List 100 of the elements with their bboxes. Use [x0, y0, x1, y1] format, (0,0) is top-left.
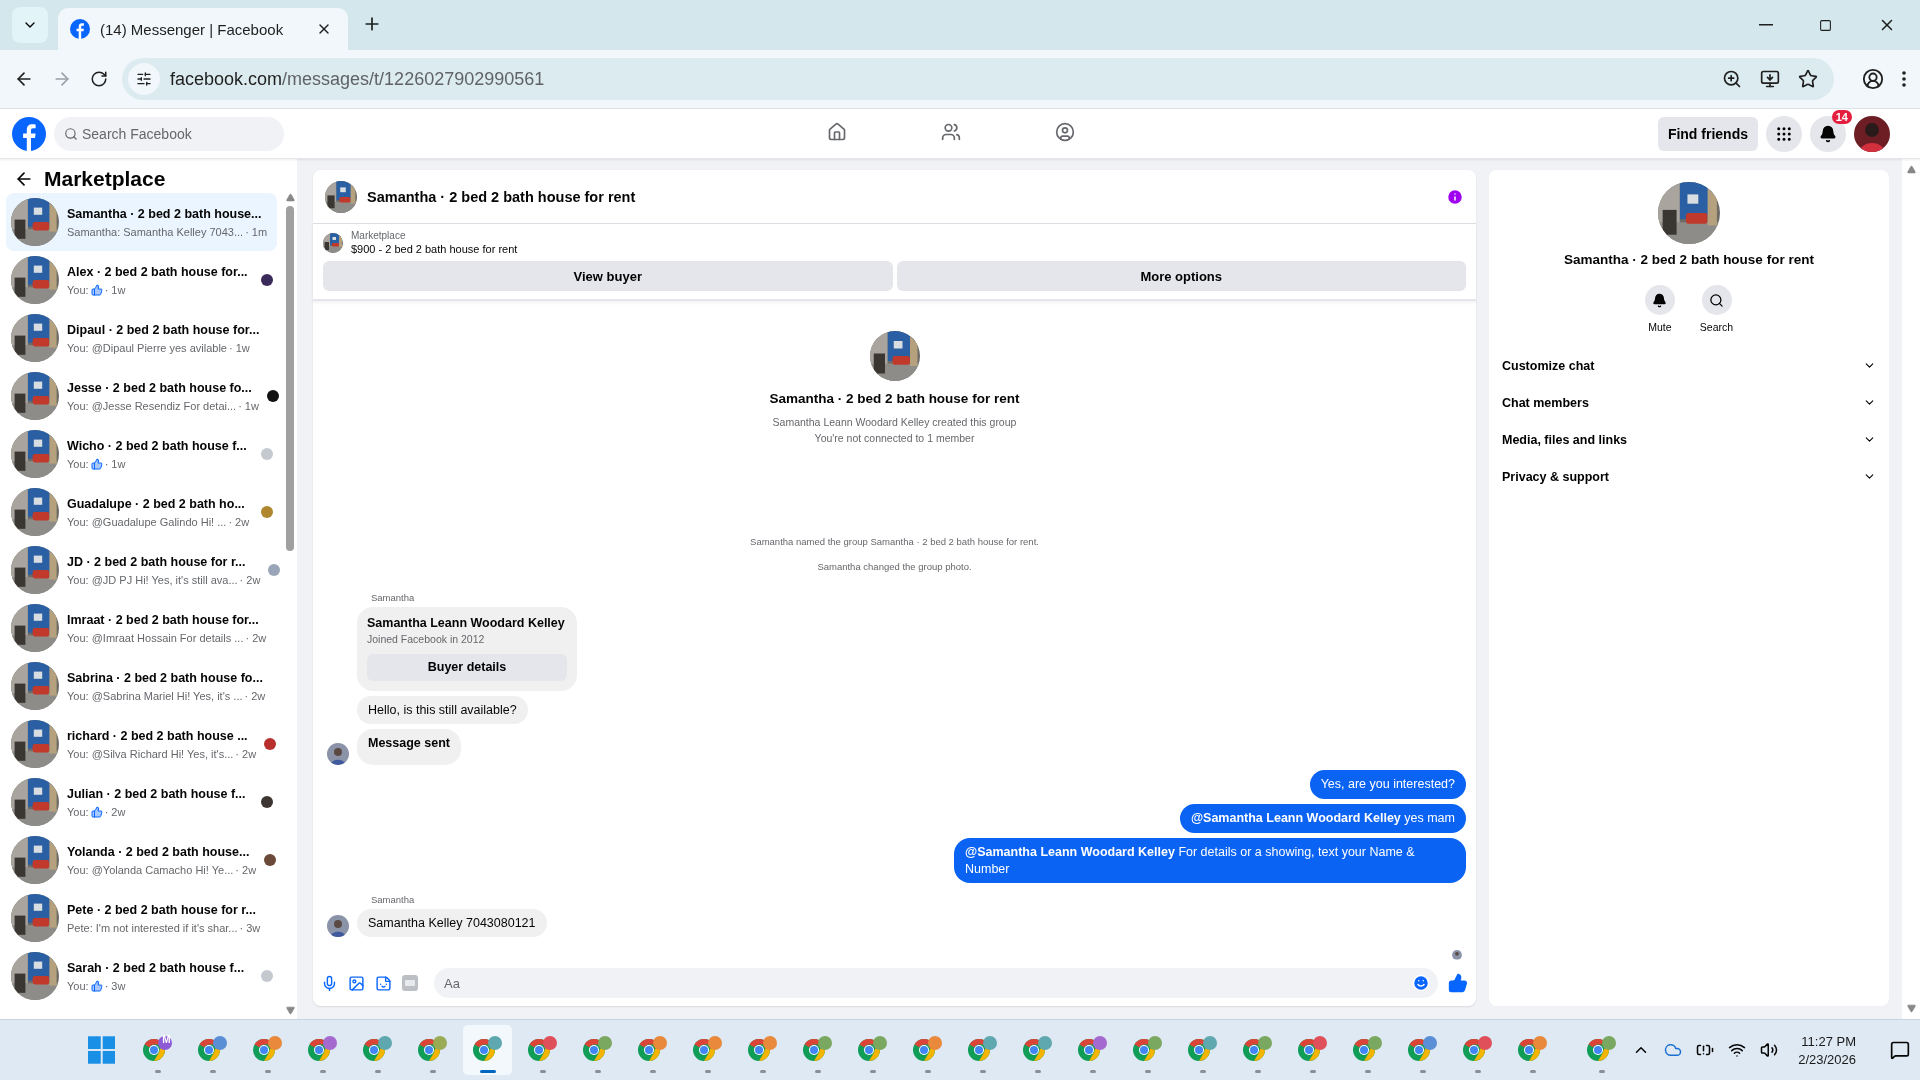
conversation-time: · 2w: [235, 862, 257, 877]
conversation-title: Julian · 2 bed 2 bath house f...: [67, 785, 247, 802]
message-input-field[interactable]: Aa: [434, 968, 1438, 998]
conversation-time: · 2w: [228, 514, 250, 529]
facebook-logo-icon[interactable]: [12, 116, 46, 151]
grid-icon: [1775, 124, 1793, 143]
conversation-item[interactable]: Dipaul · 2 bed 2 bath house for... You: @Dipaul Pierre yes avilable · 1w: [6, 309, 277, 367]
taskbar-app-button[interactable]: M: [133, 1025, 183, 1075]
notification-center-icon[interactable]: [1890, 1040, 1910, 1060]
conversation-item[interactable]: Alex · 2 bed 2 bath house for... You: · 1w: [6, 251, 277, 309]
listing-action-button[interactable]: More options: [896, 261, 1466, 291]
conversation-item[interactable]: JD · 2 bed 2 bath house for r... You: @JD PJ Hi! Yes, it's still ava... · 2w: [6, 541, 277, 599]
buyer-name: Samantha Leann Woodard Kelley: [367, 615, 566, 630]
conversation-time: · 1w: [238, 398, 259, 413]
conversation-preview: Samantha: Samantha Kelley 7043...: [67, 224, 244, 239]
conversation-title: Alex · 2 bed 2 bath house for...: [67, 263, 249, 280]
cloud-icon[interactable]: [1664, 1041, 1683, 1059]
monitor-download-icon: [1760, 69, 1780, 89]
conversation-item[interactable]: Julian · 2 bed 2 bath house f... You: · 2w: [6, 773, 277, 831]
conversation-time: · 1m: [245, 224, 268, 239]
search-icon: [1709, 292, 1724, 308]
search-field[interactable]: Search Facebook: [54, 116, 284, 151]
conversation-item[interactable]: Wicho · 2 bed 2 bath house f... You: · 1w: [6, 425, 277, 483]
conversation-title: Samantha · 2 bed 2 bath house...: [67, 205, 263, 222]
browser-tab[interactable]: (14) Messenger | Facebook: [58, 8, 348, 50]
search-button[interactable]: [1701, 285, 1732, 315]
scrollbar-thumb[interactable]: [286, 206, 294, 551]
conversation-preview: You: @Imraat Hossain For details ...: [67, 630, 244, 645]
info-icon[interactable]: [1446, 187, 1464, 206]
conversation-title: Jesse · 2 bed 2 bath house fo...: [67, 379, 253, 396]
conversation-time: · 2w: [245, 630, 267, 645]
details-section[interactable]: Media, files and links: [1489, 421, 1889, 458]
conversation-time: · 2w: [104, 804, 126, 819]
details-section[interactable]: Privacy & support: [1489, 458, 1889, 495]
buyer-details-button[interactable]: Buyer details: [367, 653, 567, 681]
taskbar-app-button[interactable]: [463, 1025, 513, 1075]
mute-button[interactable]: [1644, 285, 1675, 315]
conversation-item[interactable]: Sarah · 2 bed 2 bath house f... You: · 3w: [6, 947, 277, 1005]
facebook-favicon-icon: [70, 19, 90, 39]
received-message: Hello, is this still available?: [357, 695, 528, 724]
conversation-item[interactable]: Jesse · 2 bed 2 bath house fo... You: @Jesse Resendiz For detai... · 1w: [6, 367, 277, 425]
action-label: Mute: [1648, 321, 1672, 333]
menu-grid-button[interactable]: [1766, 115, 1802, 152]
conversation-item[interactable]: Guadalupe · 2 bed 2 bath ho... You: @Guadalupe Galindo Hi! ... · 2w: [6, 483, 277, 541]
sliders-icon: [136, 71, 152, 87]
details-section[interactable]: Customize chat: [1489, 347, 1889, 384]
volume-icon[interactable]: [1760, 1041, 1779, 1059]
sent-message: @Samantha Leann Woodard Kelley For details or a showing, text your Name & Number: [954, 837, 1466, 884]
clock-date[interactable]: 2/23/2026: [1798, 1051, 1856, 1067]
clock-time[interactable]: 11:27 PM: [1801, 1033, 1856, 1049]
conversation-time: · 1w: [228, 340, 250, 355]
search-icon: [64, 126, 78, 141]
conversation-preview: You: @Jesse Resendiz For detai...: [67, 398, 237, 413]
image-icon[interactable]: [348, 974, 365, 992]
start-icon[interactable]: [88, 1036, 116, 1064]
conversation-item[interactable]: Imraat · 2 bed 2 bath house for... You: @Imraat Hossain For details ... · 2w: [6, 599, 277, 657]
conversation-time: · 2w: [235, 746, 257, 761]
conversation-preview: You: @Silva Richard Hi! Yes, it's...: [67, 746, 234, 761]
conversation-time: · 2w: [244, 688, 266, 703]
scroll-down-icon[interactable]: [1906, 1004, 1916, 1013]
scroll-down-icon[interactable]: [285, 1006, 295, 1015]
listing-action-button[interactable]: View buyer: [323, 261, 893, 291]
site-info-button[interactable]: [128, 63, 160, 95]
sidebar-title: Marketplace: [44, 167, 166, 191]
account-avatar-icon[interactable]: [1854, 115, 1890, 152]
conversation-preview: You:: [67, 282, 89, 297]
notifications-button[interactable]: [1810, 115, 1846, 152]
conversation-item[interactable]: Sabrina · 2 bed 2 bath house fo... You: @Sabrina Mariel Hi! Yes, it's ... · 2w: [6, 657, 277, 715]
find-friends-button[interactable]: Find friends: [1657, 116, 1758, 151]
sticker-icon[interactable]: [375, 974, 392, 992]
wifi-icon[interactable]: [1728, 1041, 1747, 1059]
thumbs-up-icon[interactable]: [1448, 973, 1468, 993]
conversation-title: JD · 2 bed 2 bath house for r...: [67, 553, 247, 570]
minimize-icon: [1759, 24, 1773, 26]
conversation-title: Wicho · 2 bed 2 bath house f...: [67, 437, 248, 454]
listing-title[interactable]: $900 - 2 bed 2 bath house for rent: [351, 243, 518, 255]
microphone-icon[interactable]: [321, 974, 338, 992]
star-icon: [1798, 69, 1818, 89]
tab-search-button[interactable]: [12, 7, 48, 43]
conversation-preview: Pete: I'm not interested if it's shar...: [67, 920, 238, 935]
conversation-title: Imraat · 2 bed 2 bath house for...: [67, 611, 260, 628]
conversation-time: · 2w: [239, 572, 261, 587]
conversation-item[interactable]: Pete · 2 bed 2 bath house for r... Pete: I'm not interested if it's shar... · 3w: [6, 889, 277, 947]
conversation-title: Yolanda · 2 bed 2 bath house...: [67, 843, 251, 860]
tab-title: (14) Messenger | Facebook: [100, 20, 285, 38]
conversation-title: Dipaul · 2 bed 2 bath house for...: [67, 321, 260, 338]
conversation-item[interactable]: richard · 2 bed 2 bath house ... You: @Silva Richard Hi! Yes, it's... · 2w: [6, 715, 277, 773]
seen-avatar-icon: [1452, 950, 1462, 960]
conversation-item[interactable]: Yolanda · 2 bed 2 bath house... You: @Yolanda Camacho Hi! Ye... · 2w: [6, 831, 277, 889]
reload-icon: [90, 70, 108, 88]
scroll-up-icon[interactable]: [1906, 165, 1916, 174]
conversation-item[interactable]: Samantha · 2 bed 2 bath house... Samantha: Samantha Kelley 7043... · 1m: [6, 193, 277, 251]
conversation-preview: You:: [67, 804, 89, 819]
conversation-preview: You:: [67, 978, 89, 993]
system-message: Samantha named the group Samantha · 2 bed 2 bath house for rent.: [750, 535, 1039, 547]
restore-icon: [1819, 18, 1832, 32]
scroll-up-icon[interactable]: [285, 193, 295, 202]
chat-title: Samantha · 2 bed 2 bath house for rent: [367, 188, 637, 205]
profile-letter: M: [161, 1032, 172, 1046]
details-section[interactable]: Chat members: [1489, 384, 1889, 421]
